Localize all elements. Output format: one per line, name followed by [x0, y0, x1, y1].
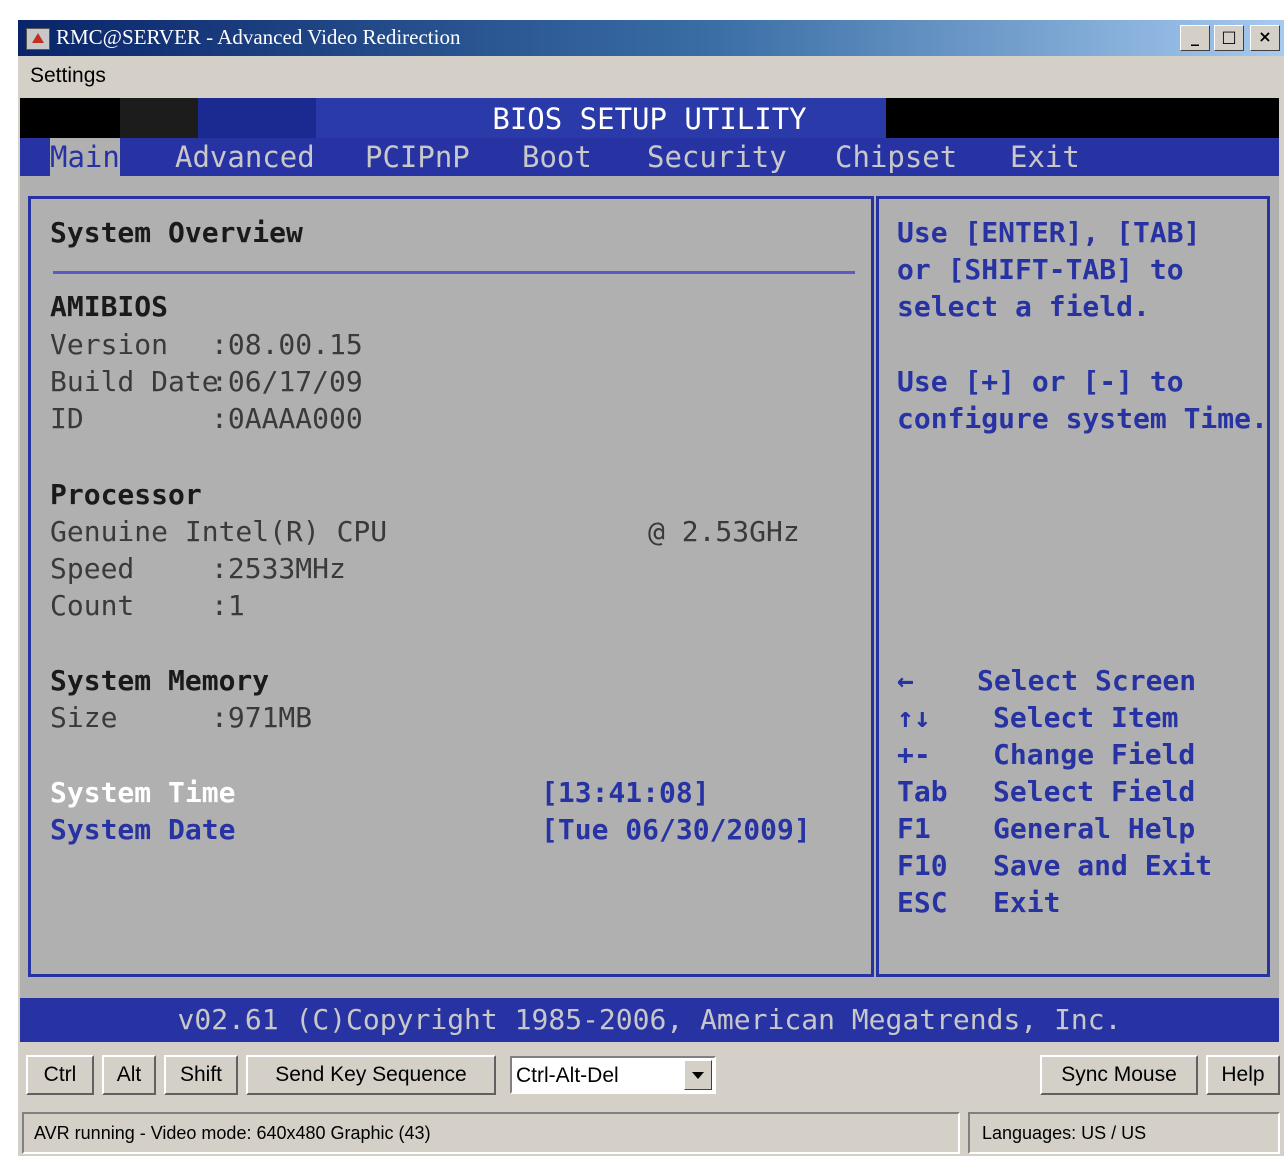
key-sequence-select[interactable]: Ctrl-Alt-Del: [510, 1056, 716, 1094]
speed-label: Speed: [50, 552, 135, 585]
app-icon: [26, 28, 50, 50]
memory-heading: System Memory: [50, 664, 270, 697]
bios-header: BIOS SETUP UTILITY: [20, 98, 1279, 138]
key-f10: F10: [897, 849, 948, 882]
build-date-label: Build Date: [50, 365, 219, 398]
key-f1: F1: [897, 812, 931, 845]
system-date-label[interactable]: System Date: [50, 812, 235, 848]
desc-select-field: Select Field: [993, 775, 1196, 808]
tab-main[interactable]: Main: [50, 138, 120, 176]
help-panel: Use [ENTER], [TAB] or [SHIFT-TAB] to sel…: [876, 196, 1270, 977]
window-title: RMC@SERVER - Advanced Video Redirection: [56, 25, 461, 49]
desc-save-exit: Save and Exit: [993, 849, 1213, 882]
speed-value: :2533MHz: [211, 552, 346, 585]
menu-bar: Settings: [18, 58, 1284, 94]
bios-tab-bar: Main Advanced PCIPnP Boot Security Chips…: [20, 138, 1279, 176]
key-select-screen: ←: [897, 664, 914, 697]
system-time-field[interactable]: [13:41:08]: [541, 775, 710, 811]
key-change-field: +-: [897, 738, 931, 771]
tab-pcipnp[interactable]: PCIPnP: [365, 138, 470, 176]
system-date-value[interactable]: [Tue 06/30/2009]: [541, 812, 811, 848]
count-value: :1: [211, 589, 245, 622]
key-tab: Tab: [897, 775, 948, 808]
ctrl-button[interactable]: Ctrl: [26, 1055, 94, 1095]
avr-window: RMC@SERVER - Advanced Video Redirection …: [18, 20, 1284, 1156]
shift-button[interactable]: Shift: [164, 1055, 238, 1095]
desc-exit: Exit: [993, 886, 1061, 919]
close-button[interactable]: ×: [1250, 25, 1280, 51]
help-line-5: configure system Time.: [897, 402, 1268, 435]
processor-heading: Processor: [50, 478, 202, 511]
help-button[interactable]: Help: [1206, 1055, 1280, 1095]
tab-boot[interactable]: Boot: [522, 138, 592, 176]
status-video-mode: AVR running - Video mode: 640x480 Graphi…: [22, 1112, 960, 1154]
key-select-item: ↑↓: [897, 701, 931, 734]
desc-general-help: General Help: [993, 812, 1196, 845]
overview-panel: System Overview AMIBIOS Version :08.00.1…: [28, 196, 874, 977]
sync-mouse-button[interactable]: Sync Mouse: [1040, 1055, 1198, 1095]
time-rest: :41:08]: [591, 776, 710, 809]
status-languages: Languages: US / US: [968, 1112, 1280, 1154]
desc-select-item: Select Item: [993, 701, 1179, 734]
build-date-value: :06/17/09: [211, 365, 363, 398]
alt-button[interactable]: Alt: [102, 1055, 156, 1095]
overview-heading: System Overview: [50, 216, 303, 249]
send-key-sequence-button[interactable]: Send Key Sequence: [246, 1055, 496, 1095]
help-line-3: select a field.: [897, 290, 1150, 323]
time-hour-cursor[interactable]: 13: [558, 776, 592, 809]
heading-divider: [53, 271, 855, 274]
memory-size-label: Size: [50, 701, 118, 734]
time-open-bracket: [: [541, 776, 558, 809]
title-bar[interactable]: RMC@SERVER - Advanced Video Redirection …: [18, 20, 1284, 56]
key-esc: ESC: [897, 886, 948, 919]
count-label: Count: [50, 589, 135, 622]
help-line-2: or [SHIFT-TAB] to: [897, 253, 1184, 286]
memory-size-value: :971MB: [211, 701, 313, 734]
help-line-4: Use [+] or [-] to: [897, 365, 1184, 398]
cpu-name: Genuine Intel(R) CPU: [50, 515, 388, 548]
tab-exit[interactable]: Exit: [1010, 138, 1080, 176]
tab-security[interactable]: Security: [647, 138, 787, 176]
maximize-button[interactable]: □: [1214, 25, 1244, 51]
key-sequence-value: Ctrl-Alt-Del: [516, 1064, 619, 1087]
amibios-heading: AMIBIOS: [50, 290, 169, 323]
desc-select-screen: Select Screen: [977, 664, 1197, 697]
id-label: ID: [50, 402, 84, 435]
menu-settings[interactable]: Settings: [30, 64, 106, 88]
chevron-down-icon[interactable]: [684, 1060, 712, 1090]
cpu-frequency: @ 2.53GHz: [648, 515, 800, 548]
minimize-button[interactable]: _: [1180, 25, 1210, 51]
bios-copyright: v02.61 (C)Copyright 1985-2006, American …: [20, 998, 1279, 1042]
id-value: :0AAAA000: [211, 402, 363, 435]
bios-screen[interactable]: BIOS SETUP UTILITY Main Advanced PCIPnP …: [20, 98, 1279, 1042]
help-line-1: Use [ENTER], [TAB]: [897, 216, 1201, 249]
version-label: Version: [50, 328, 169, 361]
version-value: :08.00.15: [211, 328, 363, 361]
tab-advanced[interactable]: Advanced: [175, 138, 315, 176]
system-time-label[interactable]: System Time: [50, 775, 235, 811]
tab-chipset[interactable]: Chipset: [835, 138, 957, 176]
bios-title: BIOS SETUP UTILITY: [492, 102, 807, 136]
desc-change-field: Change Field: [993, 738, 1196, 771]
